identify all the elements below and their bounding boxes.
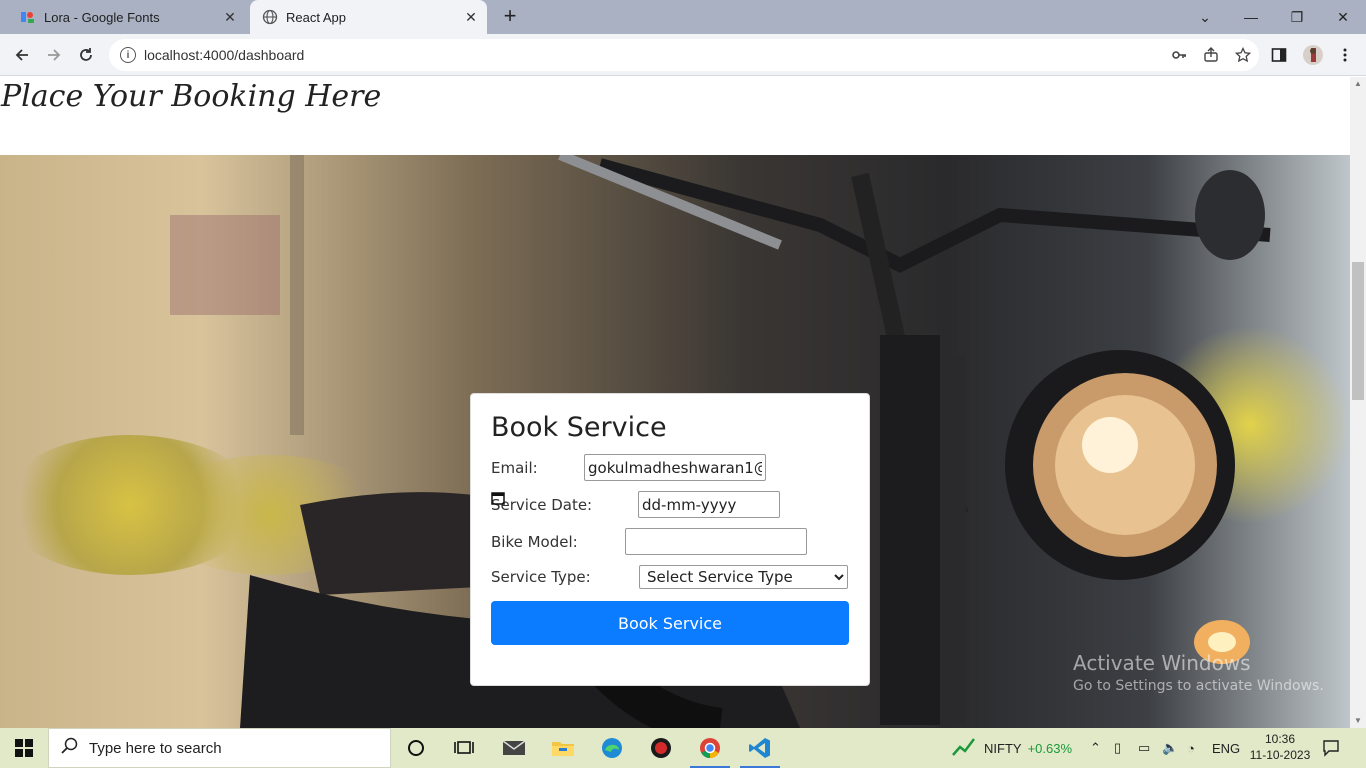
share-icon[interactable] [1195, 47, 1227, 63]
notifications-icon[interactable] [1322, 728, 1340, 768]
address-bar[interactable]: i localhost:4000/dashboard [109, 39, 1259, 71]
taskbar-search-box[interactable]: Type here to search [48, 728, 391, 768]
brave-app-icon[interactable] [637, 728, 685, 768]
wifi-icon[interactable]: ◔ [1187, 728, 1195, 768]
email-row: Email: [491, 454, 766, 481]
nifty-label: NIFTY [984, 740, 1022, 756]
service-type-row: Service Type: Select Service Type [491, 565, 848, 589]
form-title: Book Service [491, 412, 667, 443]
book-service-card: Book Service Email: Service Date: dd-mm-… [470, 393, 870, 686]
clock-date: 11-10-2023 [1249, 748, 1311, 762]
language-indicator[interactable]: ENG [1212, 728, 1240, 768]
bike-model-row: Bike Model: [491, 528, 807, 555]
close-window-button[interactable]: ✕ [1320, 0, 1366, 34]
bike-model-field[interactable] [625, 528, 807, 555]
site-info-icon[interactable]: i [120, 47, 136, 63]
battery-icon[interactable]: ▭ [1138, 728, 1150, 768]
service-type-select[interactable]: Select Service Type [639, 565, 848, 589]
search-icon [61, 737, 81, 760]
scroll-down-arrow-icon[interactable]: ▼ [1350, 714, 1366, 728]
email-field[interactable] [584, 454, 766, 481]
service-date-row: Service Date: dd-mm-yyyy [491, 491, 780, 518]
tab-search-chevron-icon[interactable]: ⌄ [1182, 0, 1228, 34]
tab-close-icon[interactable]: ✕ [220, 9, 240, 26]
browser-toolbar: i localhost:4000/dashboard [0, 34, 1366, 76]
restore-button[interactable]: ❐ [1274, 0, 1320, 34]
windows-taskbar: Type here to search NIFTY +0.63% ⌃ ▯ ▭ 🔈… [0, 728, 1366, 768]
book-service-button[interactable]: Book Service [491, 601, 849, 645]
task-view-icon[interactable] [440, 728, 488, 768]
side-panel-icon[interactable] [1266, 42, 1292, 68]
tab-react-app[interactable]: React App ✕ [250, 0, 487, 34]
page-title: Place Your Booking Here [1, 79, 382, 114]
more-menu-icon[interactable] [1332, 42, 1358, 68]
url-text: localhost:4000/dashboard [144, 47, 305, 63]
google-fonts-favicon-icon [20, 9, 36, 25]
vscode-icon[interactable] [736, 728, 784, 768]
clock-time: 10:36 [1264, 732, 1296, 746]
back-arrow-icon[interactable] [9, 42, 35, 68]
new-tab-button[interactable]: + [498, 5, 522, 29]
service-type-label: Service Type: [491, 568, 591, 586]
show-hidden-icons-chevron-icon[interactable]: ⌃ [1090, 728, 1101, 768]
service-date-field[interactable]: dd-mm-yyyy [491, 491, 780, 518]
watermark-line-1: Activate Windows [1073, 651, 1251, 675]
activate-windows-watermark: Activate Windows Go to Settings to activ… [1073, 651, 1324, 694]
volume-icon[interactable]: 🔈 [1162, 728, 1178, 768]
page-viewport: Place Your Booking Here Book Service Ema… [0, 77, 1350, 728]
mail-icon[interactable] [490, 728, 538, 768]
scrollbar-thumb[interactable] [1352, 262, 1364, 400]
system-clock[interactable]: 10:36 11-10-2023 [1246, 731, 1314, 763]
nifty-widget[interactable]: NIFTY +0.63% [952, 728, 1072, 768]
key-icon[interactable] [1163, 47, 1195, 63]
scroll-up-arrow-icon[interactable]: ▲ [1350, 77, 1366, 91]
tab-title: React App [286, 9, 346, 25]
minimize-button[interactable]: — [1228, 0, 1274, 34]
cortana-circle-icon[interactable] [392, 728, 440, 768]
bookmark-star-icon[interactable] [1227, 47, 1259, 63]
nifty-change: +0.63% [1027, 740, 1073, 756]
search-placeholder: Type here to search [89, 739, 222, 757]
tab-lora-google-fonts[interactable]: Lora - Google Fonts ✕ [8, 0, 246, 34]
file-explorer-icon[interactable] [539, 728, 587, 768]
date-placeholder: dd-mm-yyyy [642, 495, 737, 514]
browser-tab-strip: Lora - Google Fonts ✕ React App ✕ + ⌄ — … [0, 0, 1366, 34]
windows-start-icon[interactable] [0, 728, 48, 768]
profile-avatar[interactable] [1300, 42, 1326, 68]
network-device-icon[interactable]: ▯ [1114, 728, 1121, 768]
chrome-browser-icon[interactable] [686, 728, 734, 768]
watermark-line-2: Go to Settings to activate Windows. [1073, 678, 1324, 694]
edge-browser-icon[interactable] [588, 728, 636, 768]
service-date-label: Service Date: [491, 495, 593, 514]
stock-chart-icon [952, 737, 976, 760]
tab-title: Lora - Google Fonts [44, 9, 160, 25]
tab-close-icon[interactable]: ✕ [461, 9, 481, 26]
hero-motorcycle-image: Book Service Email: Service Date: dd-mm-… [0, 155, 1350, 728]
globe-icon [262, 9, 278, 25]
reload-icon[interactable] [73, 42, 99, 68]
forward-arrow-icon[interactable] [41, 42, 67, 68]
email-label: Email: [491, 458, 538, 477]
bike-model-label: Bike Model: [491, 532, 578, 551]
page-scrollbar[interactable]: ▲ ▼ [1350, 77, 1366, 728]
